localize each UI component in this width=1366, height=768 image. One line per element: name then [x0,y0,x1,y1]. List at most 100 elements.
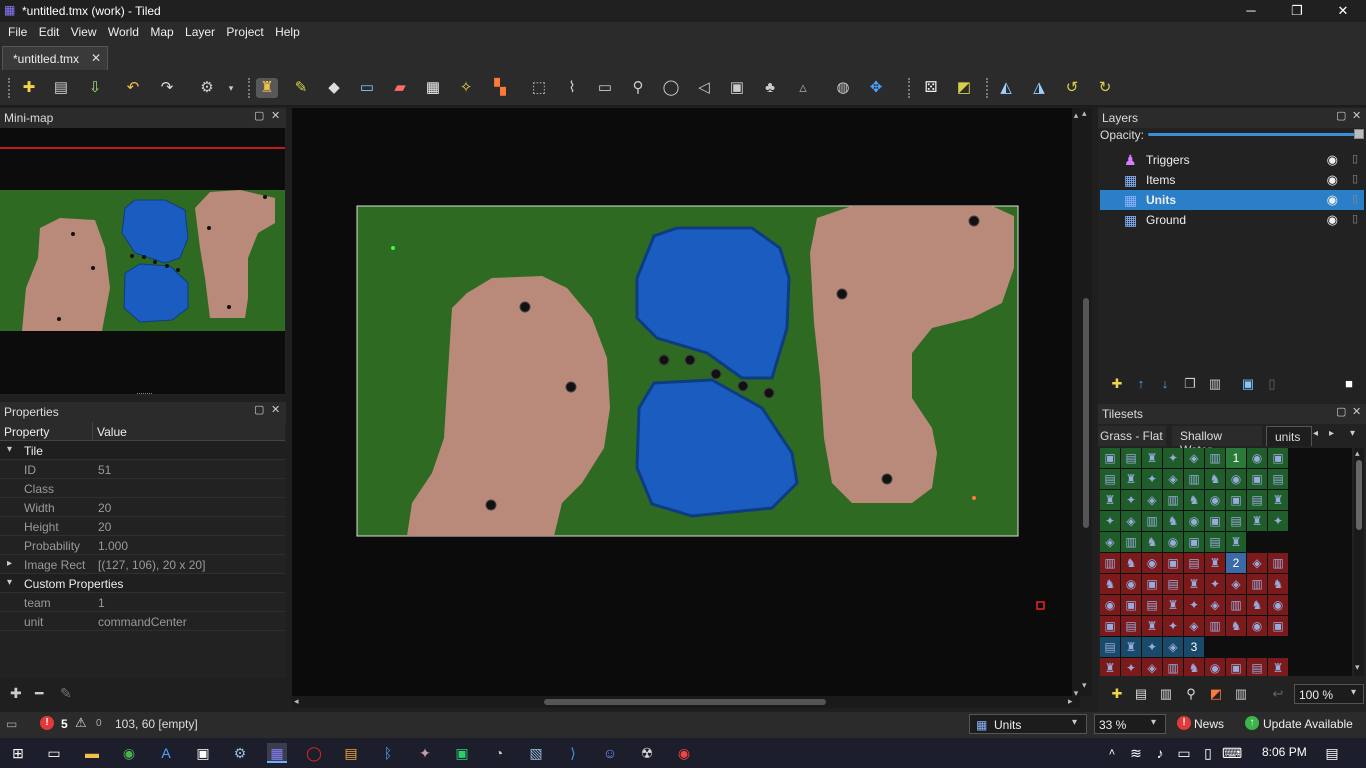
lock-icon[interactable]: ▯ [1352,212,1358,225]
random-mode-icon[interactable]: ⚄ [920,78,942,98]
toolbar-grip[interactable] [248,78,251,98]
undo-icon[interactable]: ↶ [122,78,144,98]
tileset-zoom-select[interactable]: 100 % ▾ [1294,684,1364,704]
tileset-tab-grass[interactable]: Grass - Flat [1098,426,1166,446]
insert-template-icon[interactable]: ♣ [759,78,781,98]
raise-layer-icon[interactable]: ↑ [1133,376,1149,392]
unit-tile[interactable] [968,215,980,227]
insert-rectangle-icon[interactable]: ▭ [594,78,616,98]
world-tool-icon[interactable]: ◍ [832,78,854,98]
tab-scroll-right-icon[interactable]: ▸ [1329,428,1334,439]
unit-tile[interactable] [710,368,722,380]
tiled-taskbar-icon[interactable]: ▦ [267,743,287,763]
tileset-tile[interactable]: ◈ [1142,658,1162,676]
commands-dropdown-icon[interactable]: ▾ [220,78,242,98]
property-group-row[interactable]: ▾ Tile [0,441,285,460]
document-tab-untitled[interactable]: *untitled.tmx ✕ [2,46,108,70]
minimap-canvas[interactable] [0,128,285,395]
menu-project[interactable]: Project [226,22,263,39]
stamp-brush-icon[interactable]: ♜ [256,78,278,98]
restore-button[interactable]: ❐ [1274,0,1320,22]
tileset-tile[interactable]: ♜ [1100,658,1120,676]
tileset-tile[interactable]: ♜ [1268,490,1288,510]
delete-layer-icon[interactable]: ▥ [1207,376,1223,392]
tileset-tile[interactable]: ♞ [1121,553,1141,573]
property-group-row[interactable]: ▾ Custom Properties [0,574,285,593]
lower-layer-icon[interactable]: ↓ [1157,376,1173,392]
insert-polygon-icon[interactable]: ◁ [693,78,715,98]
property-row[interactable]: Probability 1.000 [0,536,285,555]
toolbar-grip[interactable] [8,78,11,98]
update-icon[interactable]: ↑ [1245,716,1259,730]
menu-world[interactable]: World [108,22,139,39]
tileset-tile[interactable]: ▥ [1268,553,1288,573]
gamepad-icon[interactable]: ▣ [452,743,472,763]
opacity-slider-handle[interactable] [1354,129,1364,139]
tileset-tile[interactable]: ◉ [1100,595,1120,615]
visibility-eye-icon[interactable]: ◉ [1327,172,1338,188]
tileset-tile[interactable]: ◉ [1184,511,1204,531]
tileset-tile[interactable]: ▣ [1247,469,1267,489]
tileset-tile[interactable]: ◉ [1205,658,1225,676]
unit-tile[interactable] [763,387,775,399]
error-count[interactable]: 5 [61,717,68,731]
volume-icon[interactable]: ♪ [1150,743,1170,763]
tileset-tile[interactable]: ♜ [1121,469,1141,489]
float-panel-icon[interactable]: ▢ [254,111,264,122]
show-hidden-icons-icon[interactable]: ˄ [1102,743,1122,763]
flip-vertical-icon[interactable]: ◮ [1028,78,1050,98]
tileset-tile[interactable]: ▣ [1121,595,1141,615]
tab-scroll-left-icon[interactable]: ◂ [1313,428,1318,439]
float-panel-icon[interactable]: ▢ [1336,407,1346,418]
tileset-tile[interactable]: ♞ [1142,532,1162,552]
layer-row[interactable]: ▦ Ground ◉ ▯ [1100,210,1364,230]
scroll-up-icon[interactable]: ▴ [1355,448,1360,459]
tileset-tile[interactable]: ◉ [1121,574,1141,594]
warning-count[interactable]: 0 [96,718,102,729]
layer-row[interactable]: ▦ Units ◉ ▯ [1100,190,1364,210]
export-tileset-icon[interactable]: ▥ [1158,686,1174,702]
app-icon[interactable]: ◔ [489,743,509,763]
remove-tileset-icon[interactable]: ▥ [1233,686,1249,702]
embed-tileset-icon[interactable]: ▤ [1133,686,1149,702]
property-value[interactable]: commandCenter [98,615,187,629]
close-panel-icon[interactable]: ✕ [271,111,281,122]
unit-tile[interactable] [881,473,893,485]
menu-layer[interactable]: Layer [185,22,215,39]
new-map-icon[interactable]: ✚ [18,78,40,98]
tileset-tile[interactable]: ✦ [1100,511,1120,531]
usb-icon[interactable]: ▯ [1198,743,1218,763]
scroll-down-icon[interactable]: ▾ [1082,680,1087,691]
lock-icon[interactable]: ▯ [1352,152,1358,165]
tileset-scrollbar-thumb[interactable] [1356,460,1362,530]
rotate-left-icon[interactable]: ↺ [1061,78,1083,98]
unit-tile[interactable] [519,301,531,313]
property-value[interactable]: 20 [98,520,111,534]
chrome-icon[interactable]: ◉ [119,743,139,763]
tileset-tile[interactable]: ◈ [1163,469,1183,489]
tileset-tile[interactable]: ♞ [1205,469,1225,489]
tileset-tile[interactable]: ◈ [1184,616,1204,636]
update-available-link[interactable]: Update Available [1263,717,1353,731]
tileset-tile[interactable]: 2 [1226,553,1246,573]
battery-icon[interactable]: ▭ [1174,743,1194,763]
unit-tile[interactable] [565,381,577,393]
close-panel-icon[interactable]: ✕ [271,405,281,416]
menu-file[interactable]: File [8,22,27,39]
scroll-down-icon[interactable]: ▾ [1355,662,1360,673]
dynamic-wrap-icon[interactable]: ↩ [1270,686,1286,702]
notifications-icon[interactable]: ▤ [1322,743,1342,763]
wang-fill-icon[interactable]: ◩ [953,78,975,98]
clock[interactable]: 8:06 PM [1262,745,1307,759]
horizontal-scrollbar-thumb[interactable] [544,699,826,705]
tileset-tile[interactable]: ▤ [1121,616,1141,636]
tileset-tile[interactable]: 1 [1226,448,1246,468]
tileset-tile[interactable]: ▤ [1268,469,1288,489]
tileset-tile[interactable]: ♞ [1163,511,1183,531]
vertical-scrollbar[interactable]: ▴ ▾ [1080,108,1092,696]
open-icon[interactable]: ▤ [50,78,72,98]
tileset-menu-icon[interactable]: ▾ [1350,428,1355,439]
menu-view[interactable]: View [71,22,97,39]
property-row[interactable]: Width 20 [0,498,285,517]
tileset-tile[interactable]: ✦ [1121,658,1141,676]
